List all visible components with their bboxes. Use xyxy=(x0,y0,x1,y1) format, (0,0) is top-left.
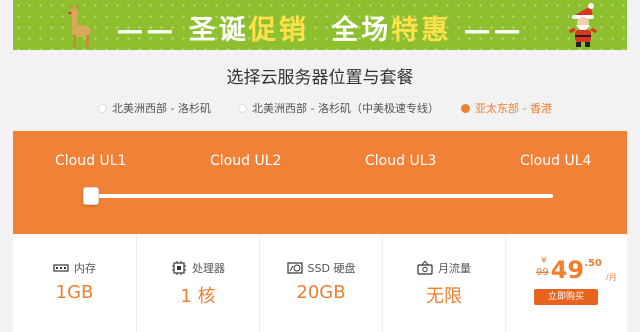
plan-slider-handle[interactable] xyxy=(83,187,99,205)
spec-value: 1GB xyxy=(55,282,94,303)
radio-dot[interactable] xyxy=(461,103,470,113)
spec-label: 处理器 xyxy=(192,262,225,275)
spec-summary: 内存 1GB 处理器 1 核 SSD 硬盘 20GB 月流量 无限 ¥ 9949… xyxy=(13,234,627,332)
banner-right-dash: —— xyxy=(463,15,524,46)
ssd-icon xyxy=(286,262,303,274)
banner-text-1: 圣诞 xyxy=(188,15,249,46)
price-currency: ¥ xyxy=(541,256,547,266)
banner-text-2: 促销 xyxy=(248,15,309,46)
page-title: 选择云服务器位置与套餐 xyxy=(226,68,414,88)
spec-memory: 内存 1GB xyxy=(13,234,136,332)
plan-label-ul3[interactable]: Cloud UL3 xyxy=(365,153,436,169)
cpu-icon xyxy=(172,261,186,275)
price-decimal: .50 xyxy=(584,258,602,269)
plan-label-ul1[interactable]: Cloud UL1 xyxy=(55,153,126,169)
price-display: ¥ 9949.50 /月 xyxy=(536,256,617,284)
plan-slider-track[interactable] xyxy=(91,194,553,198)
spec-value: 20GB xyxy=(296,282,346,303)
spec-cpu: 处理器 1 核 xyxy=(136,234,259,332)
buy-now-button[interactable]: 立即购买 xyxy=(534,289,598,305)
santa-icon xyxy=(568,3,598,47)
region-option-la-cn2[interactable]: 北美洲西部 - 洛杉矶（中美极速专线） xyxy=(238,100,439,116)
plan-label-ul2[interactable]: Cloud UL2 xyxy=(210,153,281,169)
banner-text-3: 全场 xyxy=(331,15,392,46)
region-label: 亚太东部 - 香港 xyxy=(475,102,552,115)
traffic-icon xyxy=(417,261,433,275)
price-integer: 49 xyxy=(550,256,585,284)
price-box: ¥ 9949.50 /月 立即购买 xyxy=(505,234,627,332)
spec-label: 内存 xyxy=(74,262,96,275)
spec-ssd: SSD 硬盘 20GB xyxy=(259,234,382,332)
region-label: 北美洲西部 - 洛杉矶（中美极速专线） xyxy=(252,102,439,115)
price-period: /月 xyxy=(606,273,617,282)
spec-value: 1 核 xyxy=(180,286,216,307)
spec-label: SSD 硬盘 xyxy=(307,262,356,275)
spec-value: 无限 xyxy=(426,286,462,307)
banner-text-4: 特惠 xyxy=(391,15,452,46)
region-label: 北美洲西部 - 洛杉矶 xyxy=(112,102,211,115)
promo-banner: —— 圣诞促销 全场特惠 —— xyxy=(13,0,627,50)
radio-dot[interactable] xyxy=(98,103,107,113)
region-option-hongkong[interactable]: 亚太东部 - 香港 xyxy=(461,100,552,116)
price-original: 99 xyxy=(536,267,549,278)
banner-title: —— 圣诞促销 全场特惠 —— xyxy=(13,8,627,47)
memory-icon xyxy=(53,264,69,272)
banner-left-dash: —— xyxy=(116,15,177,46)
plan-label-ul4[interactable]: Cloud UL4 xyxy=(520,153,591,169)
region-option-la[interactable]: 北美洲西部 - 洛杉矶 xyxy=(98,100,211,116)
plan-slider-panel: Cloud UL1 Cloud UL2 Cloud UL3 Cloud UL4 xyxy=(13,131,627,234)
radio-dot[interactable] xyxy=(238,103,247,113)
spec-label: 月流量 xyxy=(438,262,471,275)
spec-traffic: 月流量 无限 xyxy=(382,234,505,332)
